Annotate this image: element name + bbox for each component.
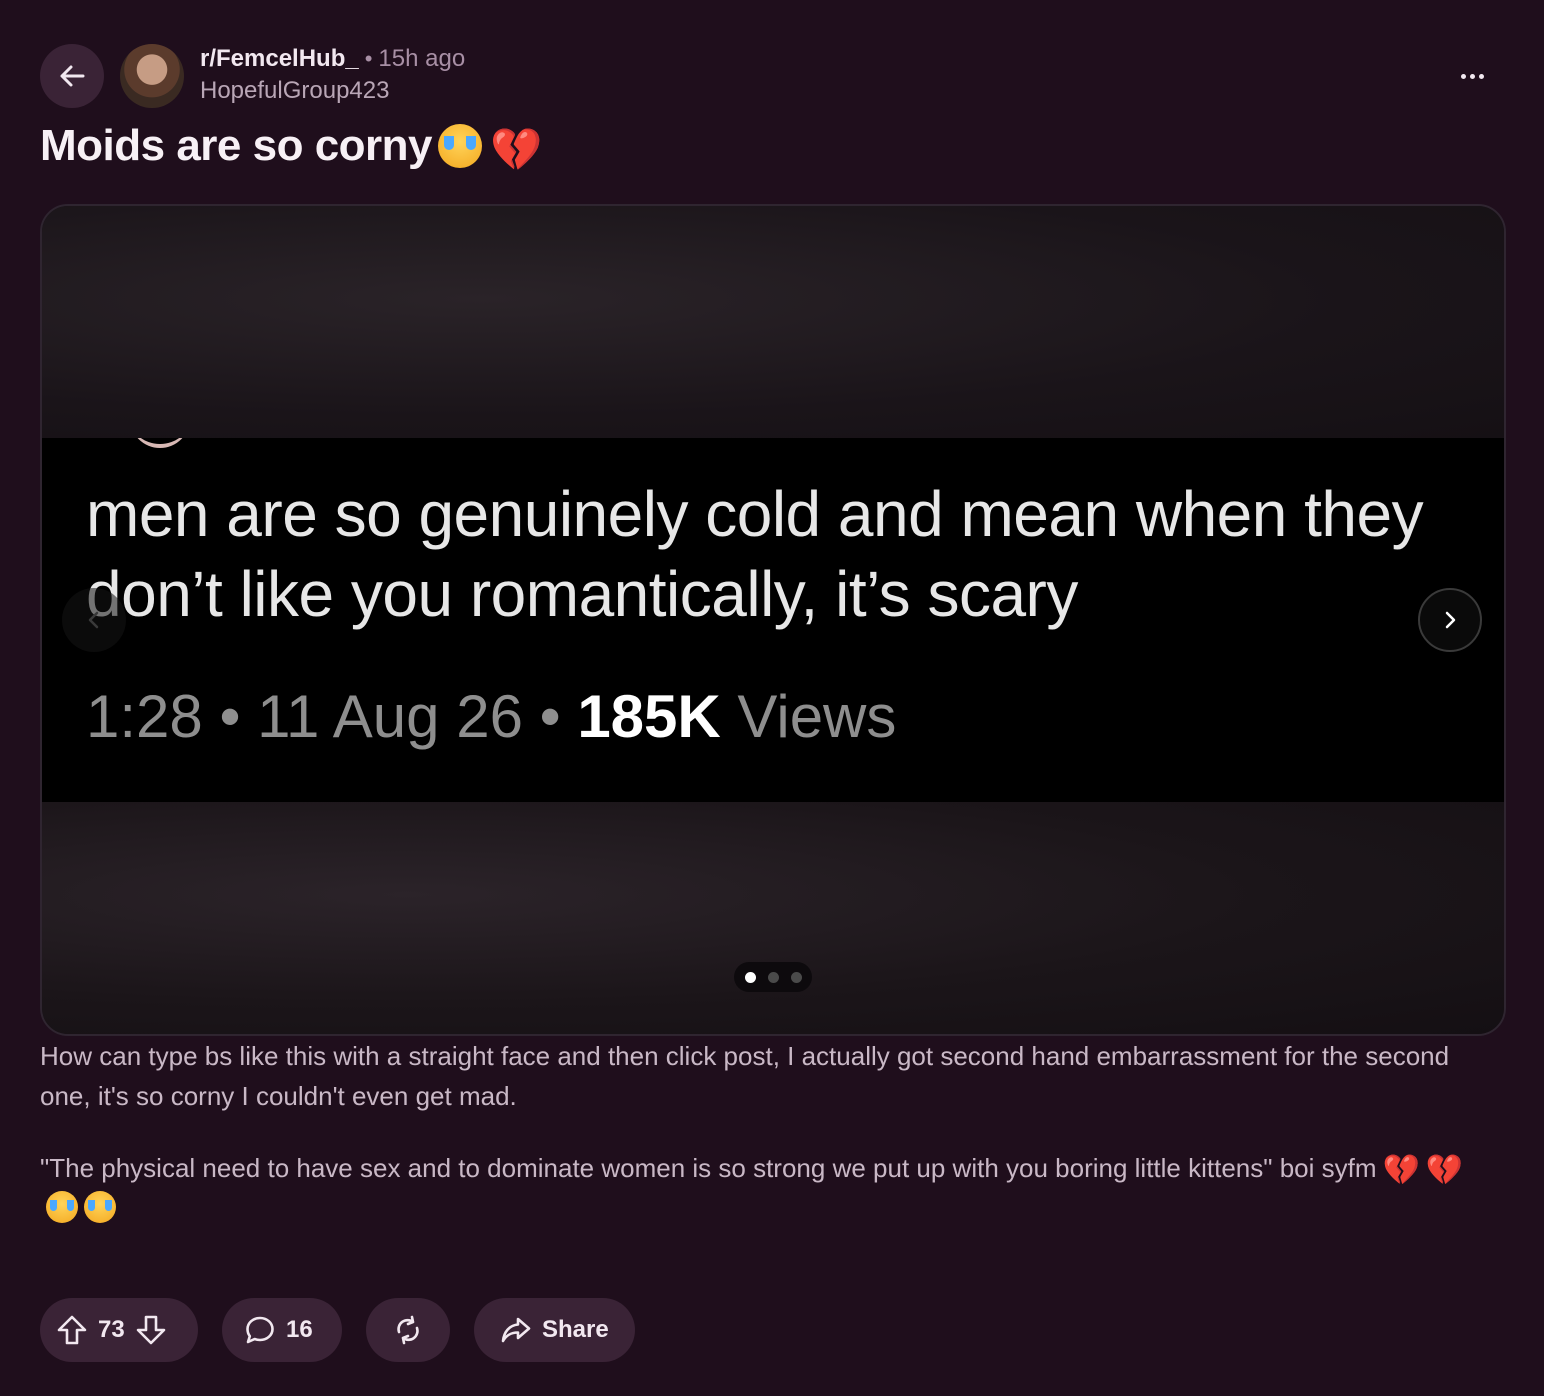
broken-heart-icon: 💔: [1382, 1154, 1420, 1187]
post-time: 15h ago: [378, 45, 466, 72]
media-blur-top: [42, 206, 1504, 438]
comments-button[interactable]: 16: [222, 1298, 342, 1362]
post-body: How can type bs like this with a straigh…: [40, 1036, 1490, 1228]
media-carousel[interactable]: men are so genuinely cold and mean when …: [40, 204, 1506, 1036]
comment-count: 16: [286, 1316, 313, 1343]
share-icon: [501, 1317, 531, 1343]
carousel-prev-button[interactable]: [62, 588, 126, 652]
author-link[interactable]: HopefulGroup423: [200, 76, 465, 106]
carousel-pagination: [734, 962, 812, 992]
share-label: Share: [542, 1316, 609, 1343]
loudly-crying-face-icon: [46, 1191, 78, 1223]
arrow-left-icon: [60, 65, 85, 87]
loudly-crying-face-icon: [438, 124, 483, 168]
post-title-text: Moids are so corny: [40, 121, 433, 170]
tweet-views-count: 185K: [577, 683, 721, 750]
body-paragraph-2: "The physical need to have sex and to do…: [40, 1148, 1490, 1228]
more-dot: [1478, 73, 1484, 79]
pagination-dot-active[interactable]: [744, 971, 756, 983]
tweet-meta: 1:28 • 11 Aug 26 • 185K Views: [86, 682, 896, 752]
chevron-left-icon: [88, 611, 99, 629]
post-meta: r/FemcelHub_ • 15h ago HopefulGroup423: [200, 44, 465, 108]
upvote-icon[interactable]: [56, 1314, 88, 1346]
meta-separator: •: [364, 46, 373, 71]
tweet-meta-separator: •: [219, 683, 241, 750]
carousel-next-button[interactable]: [1418, 588, 1482, 652]
pagination-dot[interactable]: [767, 971, 779, 983]
comment-icon: [246, 1316, 274, 1344]
tweet-time: 1:28: [86, 683, 203, 750]
share-button[interactable]: Share: [474, 1298, 635, 1362]
more-dot: [1469, 73, 1475, 79]
vote-control: 73: [40, 1298, 198, 1362]
tweet-views-label: Views: [737, 683, 897, 750]
loudly-crying-face-icon: [84, 1191, 116, 1223]
tweet-screenshot: men are so genuinely cold and mean when …: [42, 438, 1504, 804]
pagination-dot[interactable]: [790, 971, 802, 983]
tweet-text: men are so genuinely cold and mean when …: [86, 478, 1424, 630]
downvote-icon[interactable]: [135, 1314, 167, 1346]
crosspost-button[interactable]: [366, 1298, 450, 1362]
upvote-count: 73: [98, 1316, 125, 1343]
body-paragraph-text: "The physical need to have sex and to do…: [40, 1153, 1377, 1183]
more-options-button[interactable]: [1452, 56, 1492, 96]
broken-heart-icon: 💔: [1425, 1154, 1464, 1187]
post-title: Moids are so corny 💔: [40, 116, 542, 176]
subreddit-link[interactable]: r/FemcelHub_: [200, 44, 359, 74]
tweet-avatar-fragment: [130, 438, 190, 448]
chevron-right-icon: [1445, 611, 1456, 629]
subreddit-avatar[interactable]: [120, 44, 184, 108]
tweet-meta-separator: •: [539, 683, 561, 750]
media-blur-bottom: [42, 802, 1504, 1034]
body-paragraph: How can type bs like this with a straigh…: [40, 1041, 1450, 1111]
broken-heart-icon: 💔: [490, 126, 542, 173]
back-button[interactable]: [40, 44, 104, 108]
tweet-date: 11 Aug 26: [257, 683, 523, 750]
more-dot: [1460, 73, 1466, 79]
crosspost-icon: [397, 1315, 419, 1345]
action-bar: 73 16 Share: [40, 1298, 635, 1362]
